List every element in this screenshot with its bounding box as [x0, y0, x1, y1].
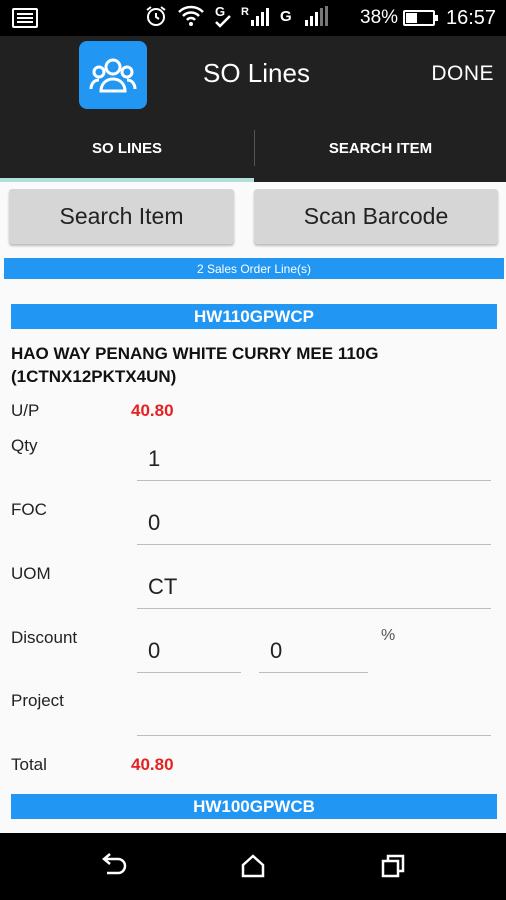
notification-icon [12, 8, 38, 28]
uom-label: UOM [11, 564, 51, 583]
back-icon[interactable] [98, 853, 128, 879]
battery-percent: 38% [360, 7, 399, 28]
action-bar: SO Lines DONE [0, 36, 506, 114]
done-button[interactable]: DONE [431, 62, 494, 86]
app-users-icon[interactable] [79, 41, 147, 109]
clock: 16:57 [446, 7, 497, 29]
qty-label: Qty [11, 436, 38, 455]
tab-bar: SO LINES SEARCH ITEM [0, 114, 506, 182]
qty-field[interactable]: 1 [137, 446, 491, 481]
svg-text:R: R [241, 6, 249, 18]
total-label: Total [11, 755, 47, 774]
status-bar: G R G 38% 16:57 [0, 0, 506, 36]
status-icons: G R G [144, 4, 329, 33]
network-type-icon: G [280, 4, 294, 33]
home-icon[interactable] [238, 853, 268, 879]
project-field[interactable] [137, 701, 491, 736]
scan-barcode-button[interactable]: Scan Barcode [254, 189, 498, 244]
battery-icon [403, 10, 438, 26]
unit-price-label: U/P [11, 401, 40, 420]
uom-field[interactable]: CT [137, 574, 491, 609]
discount-field-2[interactable]: 0 [259, 638, 368, 673]
item-description: HAO WAY PENANG WHITE CURRY MEE 110G (1CT… [11, 344, 379, 386]
search-item-button[interactable]: Search Item [9, 189, 234, 244]
item-code-header[interactable]: HW110GPWCP [11, 304, 497, 329]
line-count-bar: 2 Sales Order Line(s) [4, 258, 504, 279]
active-tab-indicator [0, 178, 254, 182]
discount-field-1[interactable]: 0 [137, 638, 241, 673]
recents-icon[interactable] [378, 853, 408, 879]
svg-text:G: G [280, 8, 292, 25]
navigation-bar [0, 833, 506, 900]
sync-icon: G [214, 4, 232, 33]
percent-symbol: % [381, 627, 396, 644]
unit-price-value: 40.80 [131, 401, 174, 420]
tab-so-lines[interactable]: SO LINES [0, 114, 254, 182]
wifi-icon [177, 4, 205, 33]
discount-label: Discount [11, 628, 78, 647]
signal-icon: R [241, 4, 271, 33]
item-code-header[interactable]: HW100GPWCB [11, 794, 497, 819]
page-title: SO Lines [203, 58, 310, 88]
svg-text:G: G [215, 4, 225, 19]
battery-level [406, 13, 417, 23]
alarm-icon [144, 4, 168, 33]
project-label: Project [11, 691, 64, 710]
tab-search-item[interactable]: SEARCH ITEM [255, 114, 506, 182]
foc-field[interactable]: 0 [137, 510, 491, 545]
signal-icon [303, 4, 329, 33]
total-value: 40.80 [131, 755, 174, 774]
foc-label: FOC [11, 500, 47, 519]
